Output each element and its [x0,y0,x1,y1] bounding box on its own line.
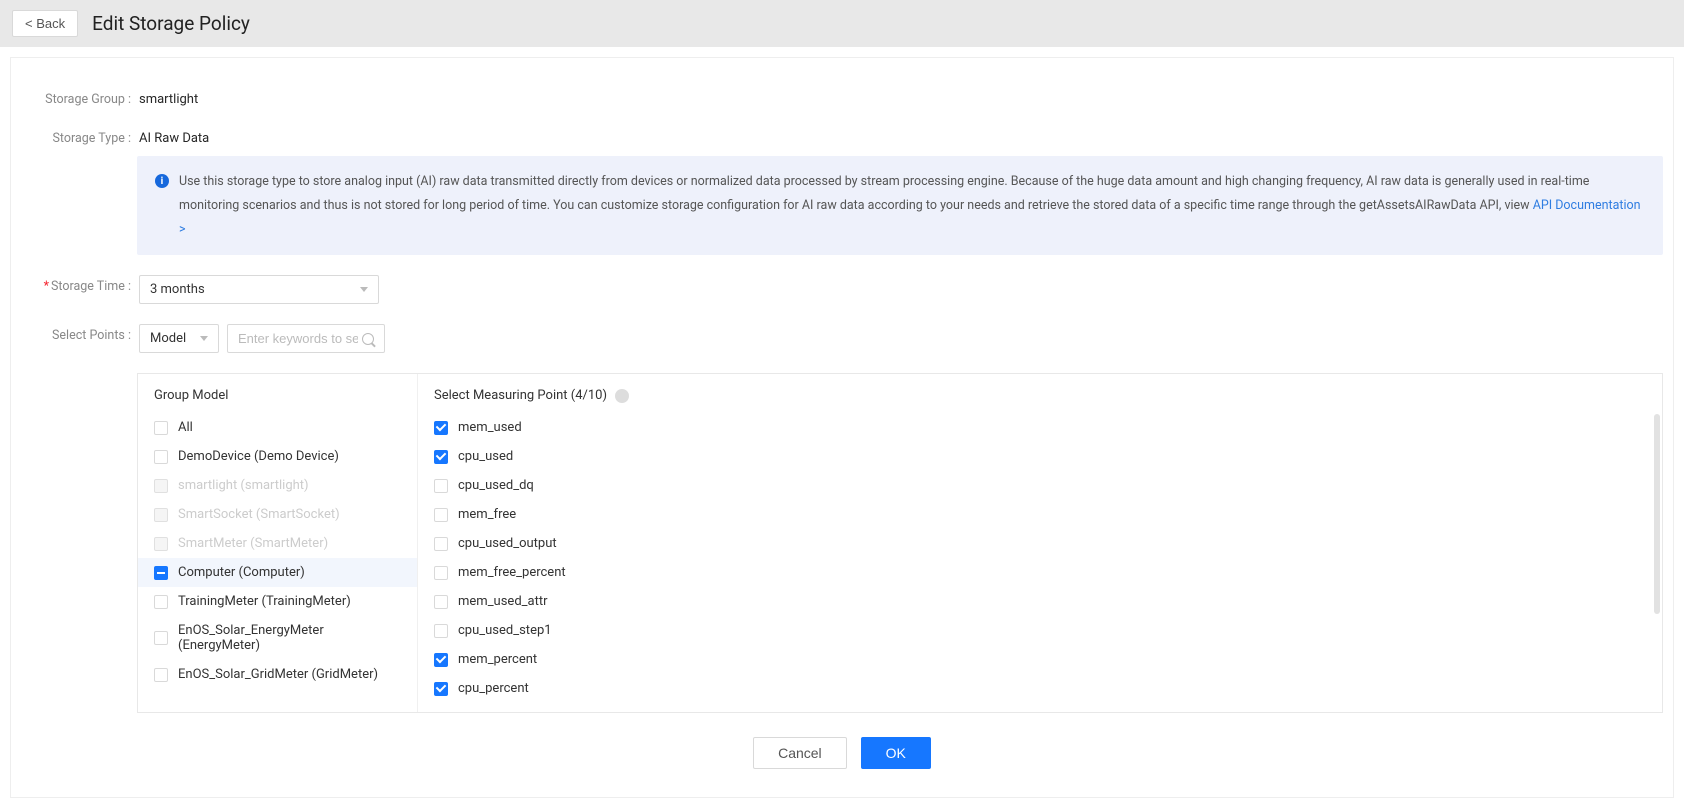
storage-type-label: Storage Type : [21,127,139,146]
model-label: SmartMeter (SmartMeter) [178,536,328,551]
point-checkbox[interactable] [434,595,448,609]
measuring-points-panel: Select Measuring Point (4/10) mem_usedcp… [418,374,1662,712]
scope-select-value: Model [150,331,186,346]
point-checkbox[interactable] [434,682,448,696]
point-label: cpu_percent [458,681,529,696]
model-row: SmartSocket (SmartSocket) [138,500,417,529]
point-row[interactable]: cpu_percent [418,674,1662,703]
storage-type-value: AI Raw Data [139,127,1663,146]
footer-actions: Cancel OK [11,713,1673,777]
point-row[interactable]: cpu_used [418,442,1662,471]
storage-group-label: Storage Group : [21,88,139,107]
model-row[interactable]: All [138,413,417,442]
storage-group-value: smartlight [139,88,1663,107]
model-checkbox[interactable] [154,595,168,609]
model-label: Computer (Computer) [178,565,305,580]
selection-panel: Group Model All DemoDevice (Demo Device) s… [137,373,1663,713]
point-label: cpu_used [458,449,513,464]
storage-time-select[interactable]: 3 months [139,275,379,304]
point-row[interactable]: cpu_used_dq [418,471,1662,500]
point-label: cpu_used_output [458,536,557,551]
model-checkbox[interactable] [154,566,168,580]
page-header: < Back Edit Storage Policy [0,0,1684,47]
model-checkbox[interactable] [154,668,168,682]
point-row[interactable]: mem_free [418,500,1662,529]
cancel-button[interactable]: Cancel [753,737,847,769]
scrollbar-thumb[interactable] [1654,414,1660,614]
point-checkbox[interactable] [434,508,448,522]
help-icon[interactable] [615,389,629,403]
model-row[interactable]: Computer (Computer) [138,558,417,587]
back-button[interactable]: < Back [12,10,78,37]
model-checkbox [154,479,168,493]
point-label: mem_used_attr [458,594,548,609]
point-label: mem_free_percent [458,565,566,580]
point-row[interactable]: cpu_used_step1 [418,616,1662,645]
model-checkbox[interactable] [154,631,168,645]
model-row[interactable]: TrainingMeter (TrainingMeter) [138,587,417,616]
info-alert: i Use this storage type to store analog … [137,156,1663,255]
info-text: Use this storage type to store analog in… [179,174,1589,213]
point-row[interactable]: mem_percent [418,645,1662,674]
point-label: cpu_used_dq [458,478,534,493]
point-row[interactable]: cpu_used_output [418,529,1662,558]
point-checkbox[interactable] [434,421,448,435]
measuring-points-header: Select Measuring Point (4/10) [418,374,1662,413]
ok-button[interactable]: OK [861,737,931,769]
model-label: smartlight (smartlight) [178,478,309,493]
main-card: Storage Group : smartlight Storage Type … [10,57,1674,798]
point-checkbox[interactable] [434,653,448,667]
model-label: SmartSocket (SmartSocket) [178,507,340,522]
point-checkbox[interactable] [434,566,448,580]
model-row: smartlight (smartlight) [138,471,417,500]
select-points-label: Select Points : [21,324,139,343]
model-row[interactable]: EnOS_Solar_EnergyMeter (EnergyMeter) [138,616,417,660]
model-label: DemoDevice (Demo Device) [178,449,339,464]
search-input-wrapper [227,324,385,353]
point-label: mem_free [458,507,516,522]
storage-time-label: *Storage Time : [21,275,139,294]
model-label: All [178,420,193,435]
point-label: cpu_used_step1 [458,623,552,638]
point-checkbox[interactable] [434,537,448,551]
point-row[interactable]: mem_used_attr [418,587,1662,616]
scope-select[interactable]: Model [139,324,219,353]
search-input[interactable] [238,331,358,346]
chevron-down-icon [360,287,368,292]
model-row[interactable]: DemoDevice (Demo Device) [138,442,417,471]
point-row[interactable]: mem_used [418,413,1662,442]
chevron-down-icon [200,336,208,341]
point-checkbox[interactable] [434,479,448,493]
search-icon [362,333,374,345]
model-checkbox[interactable] [154,421,168,435]
point-label: mem_percent [458,652,537,667]
model-label: TrainingMeter (TrainingMeter) [178,594,351,609]
model-row[interactable]: EnOS_Solar_GridMeter (GridMeter) [138,660,417,689]
point-checkbox[interactable] [434,450,448,464]
page-title: Edit Storage Policy [92,12,250,35]
point-row[interactable]: mem_free_percent [418,558,1662,587]
point-checkbox[interactable] [434,624,448,638]
model-checkbox[interactable] [154,450,168,464]
storage-time-value: 3 months [150,282,205,297]
model-row: SmartMeter (SmartMeter) [138,529,417,558]
point-label: mem_used [458,420,522,435]
model-label: EnOS_Solar_GridMeter (GridMeter) [178,667,378,682]
model-checkbox [154,537,168,551]
model-label: EnOS_Solar_EnergyMeter (EnergyMeter) [178,623,401,653]
group-model-panel: Group Model All DemoDevice (Demo Device) s… [138,374,418,712]
info-icon: i [155,174,169,188]
group-model-header: Group Model [138,374,417,413]
model-checkbox [154,508,168,522]
